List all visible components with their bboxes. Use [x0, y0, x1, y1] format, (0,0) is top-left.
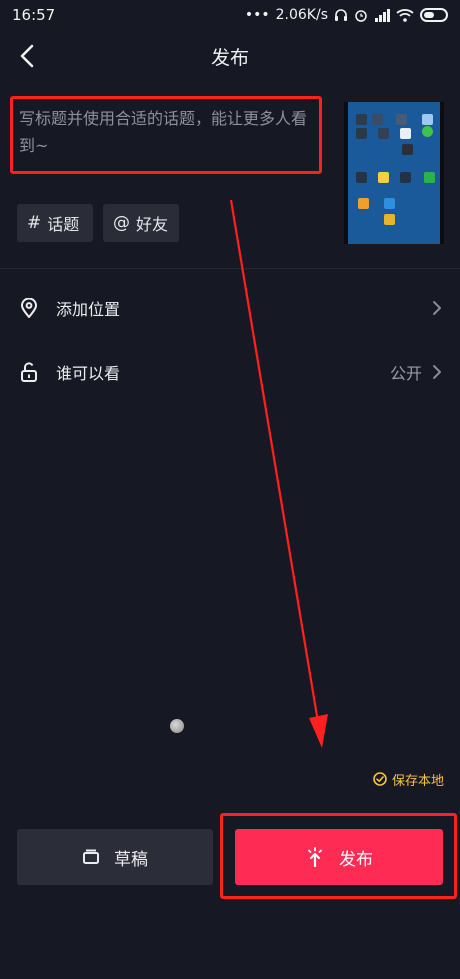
- at-icon: @: [113, 213, 130, 233]
- wifi-icon: [396, 8, 414, 22]
- divider: [0, 268, 460, 269]
- add-location-label: 添加位置: [56, 300, 121, 319]
- location-pin-icon: [18, 297, 40, 319]
- friend-tag-button[interactable]: @ 好友: [103, 204, 179, 242]
- dots-icon: •••: [244, 7, 270, 23]
- caption-input[interactable]: 写标题并使用合适的话题，能让更多人看到~: [10, 96, 322, 174]
- publish-sparkle-icon: [308, 847, 322, 867]
- visibility-row[interactable]: 谁可以看 公开: [0, 347, 460, 397]
- add-location-row[interactable]: 添加位置: [0, 283, 460, 333]
- alarm-icon: [354, 8, 368, 22]
- draft-box-icon: [83, 849, 99, 864]
- hashtag-icon: #: [27, 213, 42, 233]
- header: 发布: [0, 30, 460, 82]
- save-local-label: 保存本地: [391, 773, 444, 789]
- status-time: 16:57: [12, 6, 56, 24]
- unlock-icon: [18, 361, 40, 383]
- publish-label: 发布: [339, 849, 373, 870]
- chevron-right-icon: [432, 300, 442, 316]
- visibility-value: 公开: [389, 364, 422, 383]
- topic-tag-button[interactable]: # 话题: [17, 204, 93, 242]
- signal-icon: [374, 8, 390, 22]
- video-thumbnail[interactable]: [344, 102, 444, 244]
- headphone-icon: [334, 8, 348, 22]
- chevron-left-icon: [20, 44, 34, 68]
- status-bar: 16:57 ••• 2.06K/s: [0, 0, 460, 30]
- publish-button[interactable]: 发布: [235, 829, 443, 885]
- battery-icon: [420, 8, 448, 22]
- draft-label: 草稿: [114, 849, 148, 870]
- page-title: 发布: [210, 46, 249, 69]
- caption-placeholder: 写标题并使用合适的话题，能让更多人看到~: [19, 109, 308, 155]
- status-icons: ••• 2.06K/s: [245, 7, 448, 23]
- back-button[interactable]: [14, 42, 40, 70]
- draft-button[interactable]: 草稿: [17, 829, 213, 885]
- visibility-label: 谁可以看: [56, 364, 121, 383]
- chevron-right-icon: [432, 364, 442, 380]
- save-local-toggle[interactable]: 保存本地: [373, 768, 444, 790]
- friend-tag-label: 好友: [136, 215, 169, 234]
- network-speed: 2.06K/s: [275, 7, 328, 23]
- topic-tag-label: 话题: [47, 215, 80, 234]
- touch-indicator: [170, 719, 184, 733]
- check-circle-icon: [373, 772, 387, 786]
